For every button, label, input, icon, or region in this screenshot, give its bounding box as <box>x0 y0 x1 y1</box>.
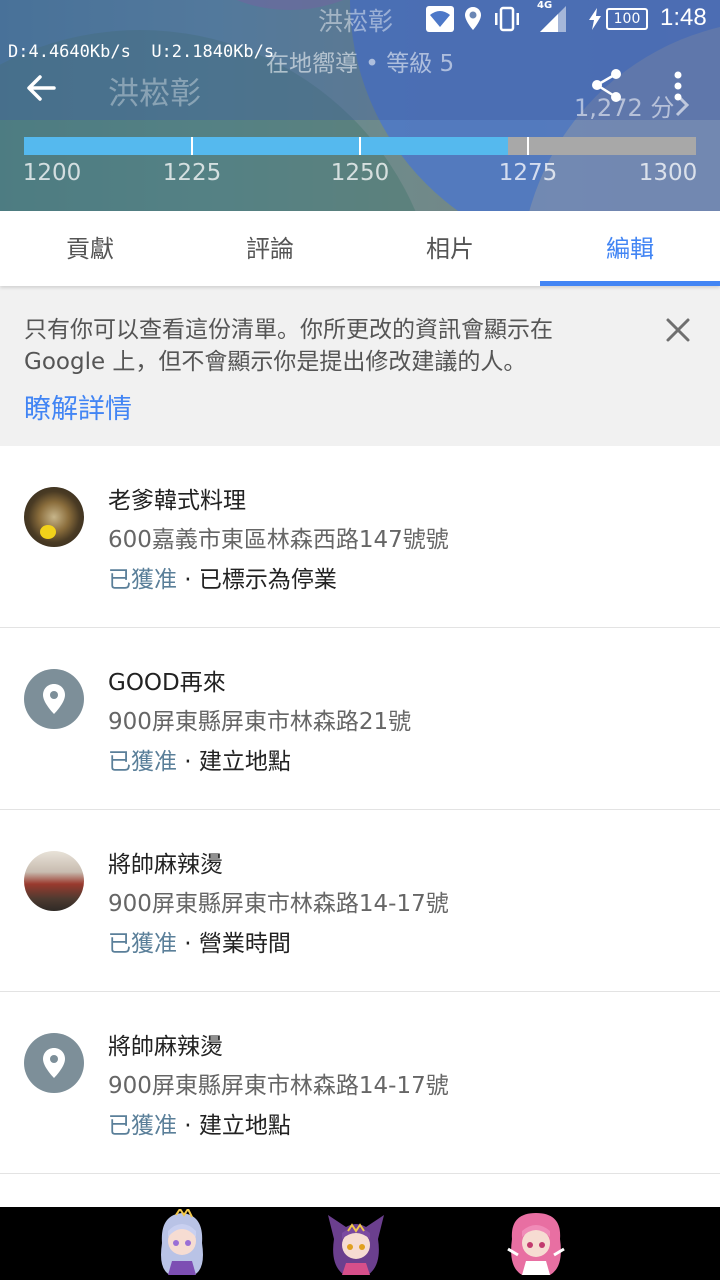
tab-reviews[interactable]: 評論 <box>180 211 360 286</box>
upload-speed: U:2.1840Kb/s <box>151 42 275 62</box>
privacy-notice: 只有你可以查看這份清單。你所更改的資訊會顯示在 Google 上，但不會顯示你是… <box>0 286 720 446</box>
place-pin-icon <box>43 684 65 714</box>
edit-status: 已獲准 · 建立地點 <box>108 1106 291 1140</box>
profile-header: 洪崧彰 4G 100 1:48 D:4.4640Kb/s U:2.1840Kb/… <box>0 0 720 211</box>
list-item[interactable]: 老爹韓式料理 600嘉義市東區林森西路147號號 已獲准 · 已標示為停業 <box>0 446 720 628</box>
progress-tick-label: 1275 <box>498 160 558 186</box>
place-name: GOOD再來 <box>108 670 226 696</box>
vibrate-icon <box>492 6 522 36</box>
edit-status: 已獲准 · 營業時間 <box>108 924 291 958</box>
signal-icon <box>536 2 568 38</box>
edit-type: · 已標示為停業 <box>177 567 337 593</box>
download-speed: D:4.4640Kb/s <box>8 42 131 62</box>
place-address: 900屏東縣屏東市林森路14-17號 <box>108 891 449 917</box>
status-time: 1:48 <box>660 4 707 31</box>
wifi-icon <box>426 6 454 32</box>
place-name: 將帥麻辣燙 <box>108 852 223 878</box>
place-photo-avatar <box>24 487 84 547</box>
location-icon <box>464 6 482 36</box>
progress-tick-label: 1225 <box>162 160 222 186</box>
points-value[interactable]: 1,272 分 <box>574 88 674 123</box>
chevron-right-icon[interactable] <box>674 92 690 122</box>
tab-bar: 貢獻 評論 相片 編輯 <box>0 211 720 286</box>
recents-nav-button[interactable] <box>504 1209 568 1279</box>
status-bar: 洪崧彰 4G 100 1:48 <box>0 0 720 38</box>
network-speed: D:4.4640Kb/s U:2.1840Kb/s <box>8 42 274 62</box>
list-item[interactable]: GOOD再來 900屏東縣屏東市林森路21號 已獲准 · 建立地點 <box>0 628 720 810</box>
active-tab-indicator <box>540 281 720 286</box>
progress-tick <box>191 137 193 155</box>
progress-tick <box>359 137 361 155</box>
level-progress-fill <box>24 137 508 155</box>
profile-name: 洪崧彰 <box>108 76 201 112</box>
place-address: 600嘉義市東區林森西路147號號 <box>108 527 449 553</box>
back-nav-button[interactable] <box>150 1209 214 1279</box>
tab-photos[interactable]: 相片 <box>360 211 540 286</box>
approved-label: 已獲准 <box>108 567 177 593</box>
edit-type: · 建立地點 <box>177 749 291 775</box>
close-icon <box>666 318 690 342</box>
tab-contributions[interactable]: 貢獻 <box>0 211 180 286</box>
status-bar-title: 洪崧彰 <box>318 7 394 36</box>
edit-type: · 建立地點 <box>177 1113 291 1139</box>
list-item[interactable]: 將帥麻辣燙 900屏東縣屏東市林森路14-17號 已獲准 · 營業時間 <box>0 810 720 992</box>
place-address: 900屏東縣屏東市林森路21號 <box>108 709 412 735</box>
progress-tick <box>527 137 529 155</box>
place-pin-icon <box>43 1048 65 1078</box>
notice-text: 只有你可以查看這份清單。你所更改的資訊會顯示在 Google 上，但不會顯示你是… <box>24 317 553 375</box>
place-address: 900屏東縣屏東市林森路14-17號 <box>108 1073 449 1099</box>
place-pin-avatar <box>24 669 84 729</box>
approved-label: 已獲准 <box>108 749 177 775</box>
dismiss-notice-button[interactable] <box>664 316 692 344</box>
progress-tick-label: 1300 <box>638 160 698 186</box>
edits-list: 老爹韓式料理 600嘉義市東區林森西路147號號 已獲准 · 已標示為停業 GO… <box>0 446 720 1174</box>
progress-tick-label: 1200 <box>22 160 82 186</box>
tab-edits[interactable]: 編輯 <box>540 211 720 286</box>
edit-type: · 營業時間 <box>177 931 291 957</box>
place-pin-avatar <box>24 1033 84 1093</box>
navigation-bar <box>0 1207 720 1280</box>
approved-label: 已獲准 <box>108 1113 177 1139</box>
learn-more-link[interactable]: 瞭解詳情 <box>24 387 132 426</box>
battery-icon: 100 <box>606 8 648 30</box>
level-progress-bar <box>24 137 696 155</box>
approved-label: 已獲准 <box>108 931 177 957</box>
place-name: 老爹韓式料理 <box>108 488 246 514</box>
arrow-back-icon <box>27 75 56 101</box>
progress-tick-label: 1250 <box>330 160 390 186</box>
back-button[interactable] <box>16 66 68 110</box>
list-item[interactable]: 將帥麻辣燙 900屏東縣屏東市林森路14-17號 已獲准 · 建立地點 <box>0 992 720 1174</box>
edit-status: 已獲准 · 建立地點 <box>108 742 291 776</box>
guide-level: 在地嚮導 • 等級 5 <box>266 51 455 77</box>
place-photo-avatar <box>24 851 84 911</box>
edit-status: 已獲准 · 已標示為停業 <box>108 560 337 594</box>
home-nav-button[interactable] <box>324 1209 388 1279</box>
place-name: 將帥麻辣燙 <box>108 1034 223 1060</box>
charging-icon <box>588 8 602 34</box>
